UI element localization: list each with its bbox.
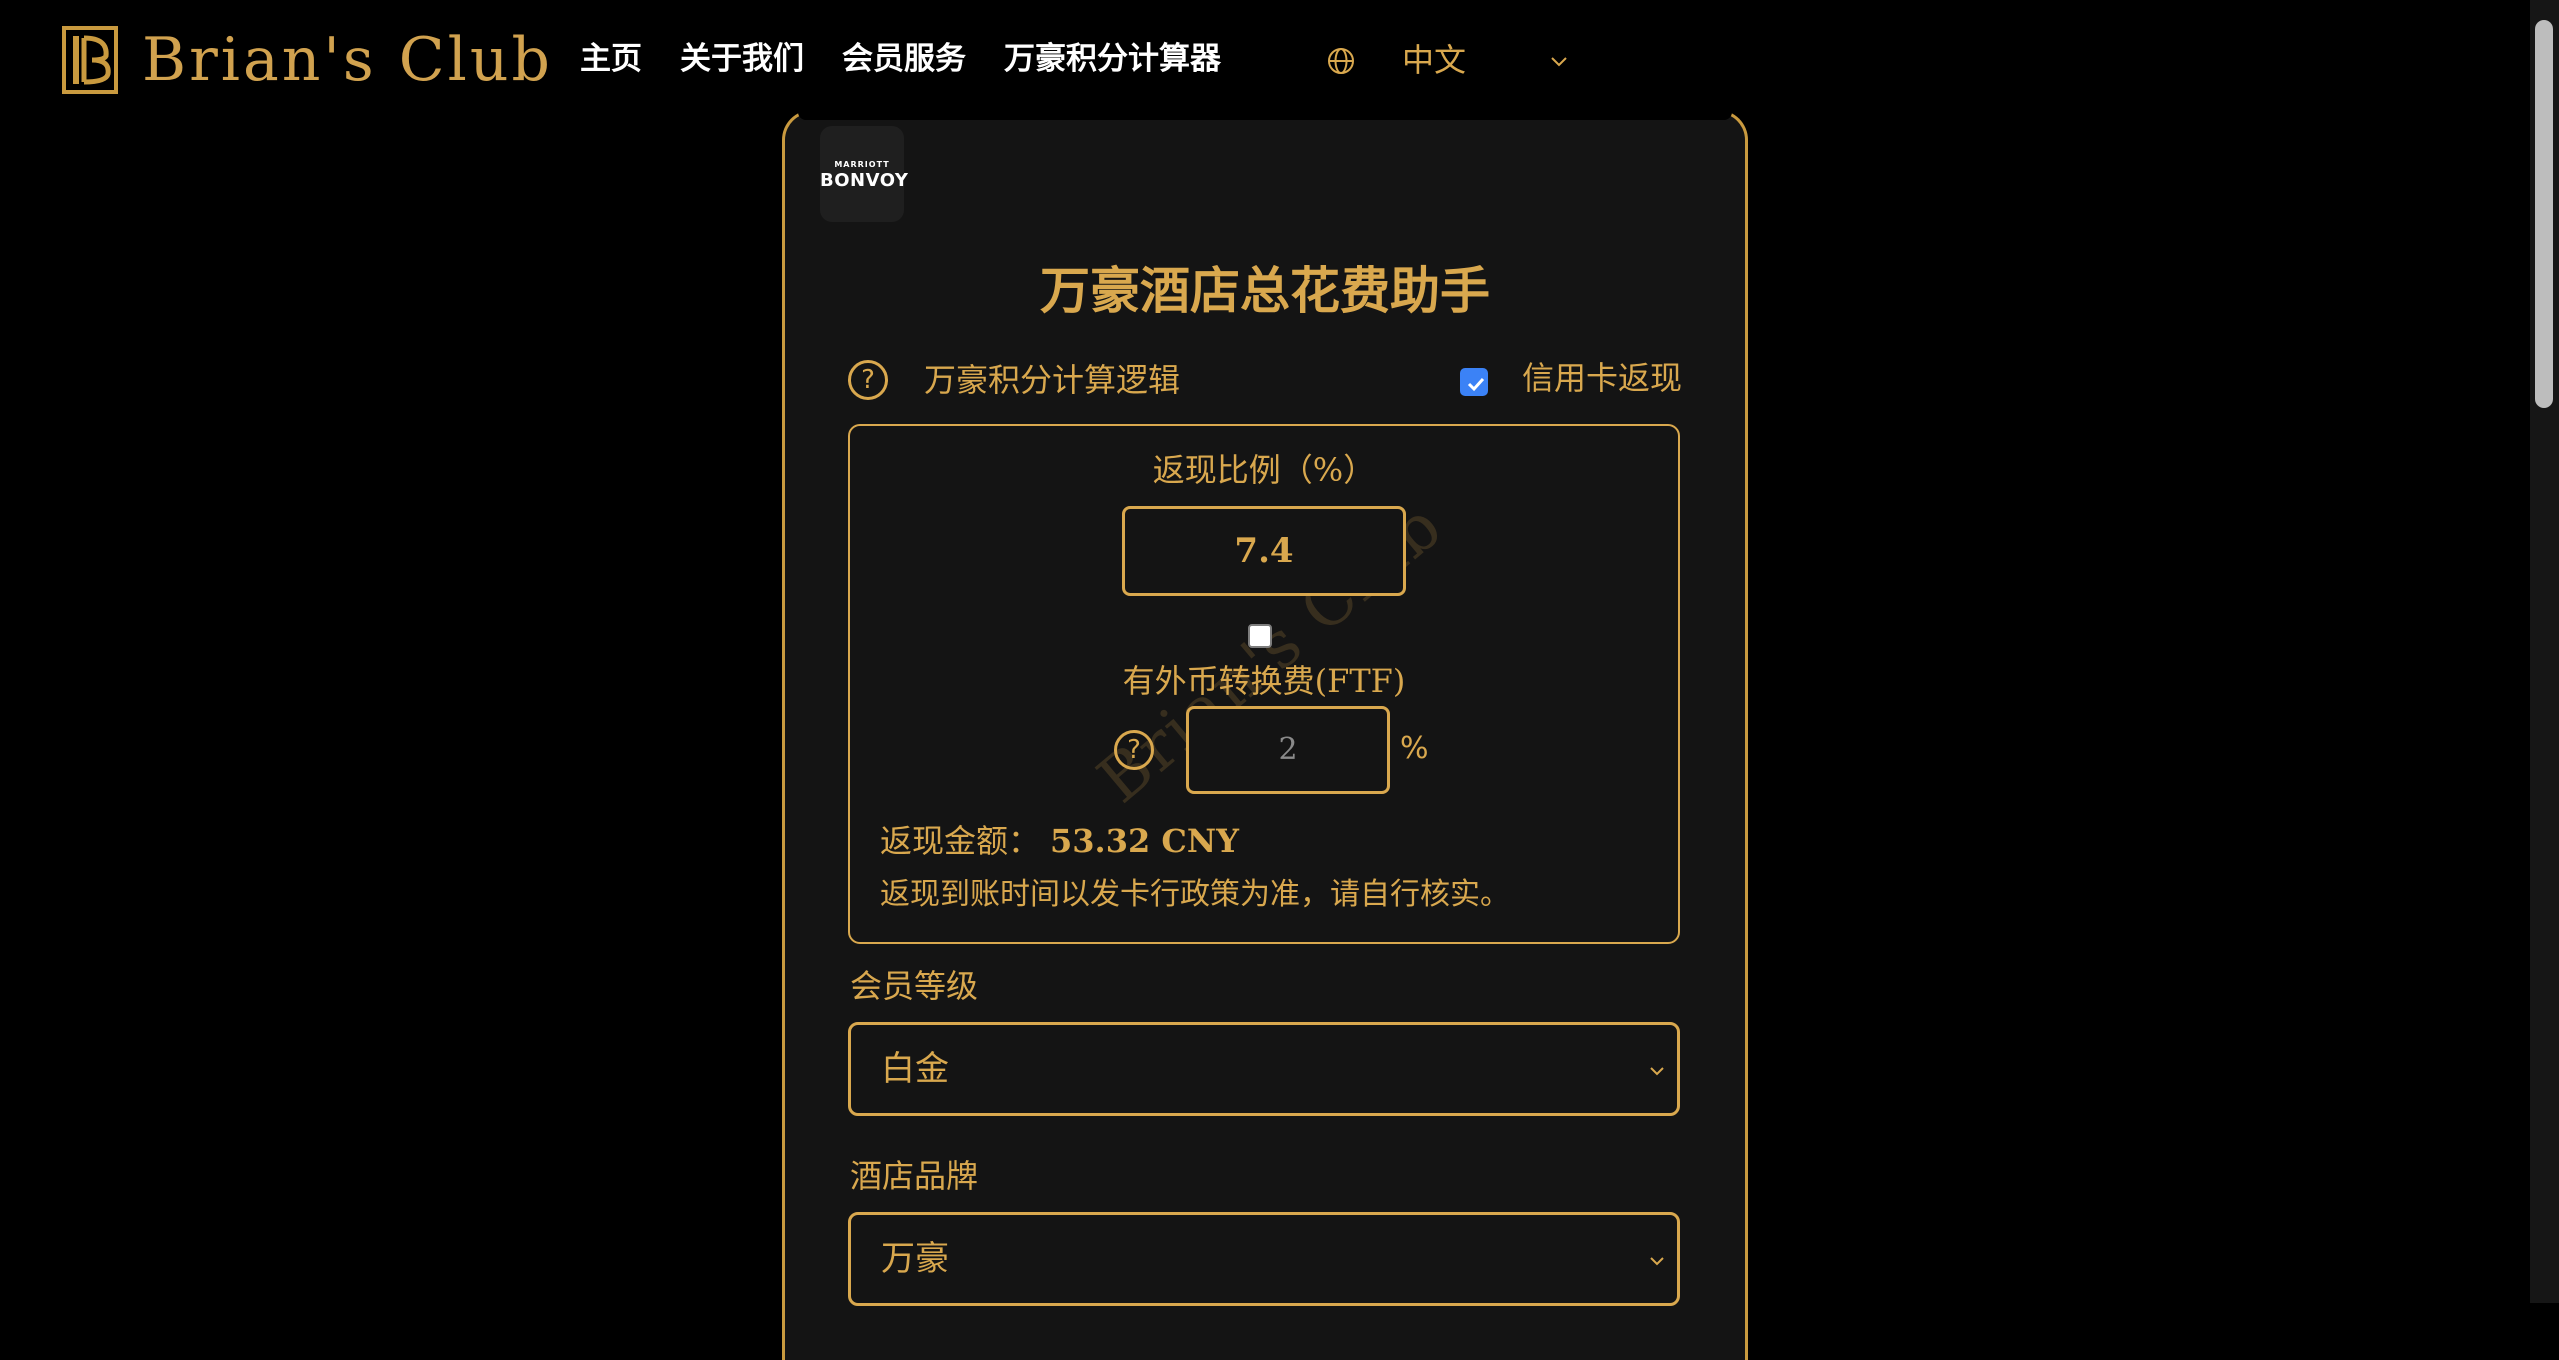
ftf-unit: % (1400, 731, 1429, 766)
cashback-rate-input[interactable]: 7.4 (1122, 506, 1406, 596)
hotel-brand-label: 酒店品牌 (850, 1157, 979, 1195)
nav-about[interactable]: 关于我们 (680, 34, 804, 84)
language-value: 中文 (1402, 41, 1467, 79)
marriott-bonvoy-logo: MARRIOTT BONVOY (820, 126, 909, 222)
nav-home[interactable]: 主页 (580, 34, 642, 84)
ftf-checkbox[interactable] (1248, 624, 1272, 648)
page-title: 万豪酒店总花费助手 (1040, 261, 1490, 320)
help-icon[interactable]: ? (848, 360, 888, 400)
ftf-label: 有外币转换费(FTF) (1122, 662, 1406, 700)
ftf-help-icon[interactable]: ? (1114, 730, 1154, 770)
nav-links: 主页 关于我们 会员服务 万豪积分计算器 (580, 34, 1221, 84)
cashback-rate-label: 返现比例（%） (1152, 451, 1376, 489)
chevron-down-icon (1551, 57, 1567, 67)
hotel-brand-select[interactable]: 万豪 (848, 1212, 1680, 1306)
check-icon (1467, 377, 1485, 392)
member-tier-value: 白金 (881, 1049, 949, 1089)
nav-membership[interactable]: 会员服务 (842, 34, 966, 84)
card-top-shade (798, 106, 1732, 120)
page-scrollbar-thumb[interactable] (2535, 20, 2553, 408)
hotel-brand-value: 万豪 (881, 1239, 949, 1279)
ftf-rate-input[interactable]: 2 (1186, 706, 1390, 794)
bonvoy-logo-top: MARRIOTT (834, 160, 890, 169)
cashback-amount-value: 53.32 CNY (1050, 822, 1239, 860)
top-nav: Brian's Club 主页 关于我们 会员服务 万豪积分计算器 中文 (0, 0, 2530, 118)
points-logic-link[interactable]: 万豪积分计算逻辑 (924, 356, 1180, 404)
bonvoy-logo-bottom: BONVOY (820, 170, 909, 191)
brand-name[interactable]: Brian's Club (142, 22, 553, 98)
cashback-amount-label: 返现金额： (880, 822, 1041, 860)
language-selector[interactable]: 中文 (1326, 36, 1576, 86)
globe-icon (1328, 48, 1354, 74)
cashback-amount: 返现金额： 53.32 CNY (880, 816, 1239, 866)
chevron-down-icon (1650, 1067, 1664, 1076)
member-tier-select[interactable]: 白金 (848, 1022, 1680, 1116)
chevron-down-icon (1650, 1257, 1664, 1266)
brand-logo-icon[interactable] (62, 26, 118, 94)
cashback-policy-note: 返现到账时间以发卡行政策为准，请自行核实。 (880, 877, 1510, 912)
cashback-checkbox-label[interactable]: 信用卡返现 (1522, 354, 1682, 402)
member-tier-label: 会员等级 (850, 967, 979, 1005)
nav-points-calculator[interactable]: 万豪积分计算器 (1004, 34, 1221, 84)
